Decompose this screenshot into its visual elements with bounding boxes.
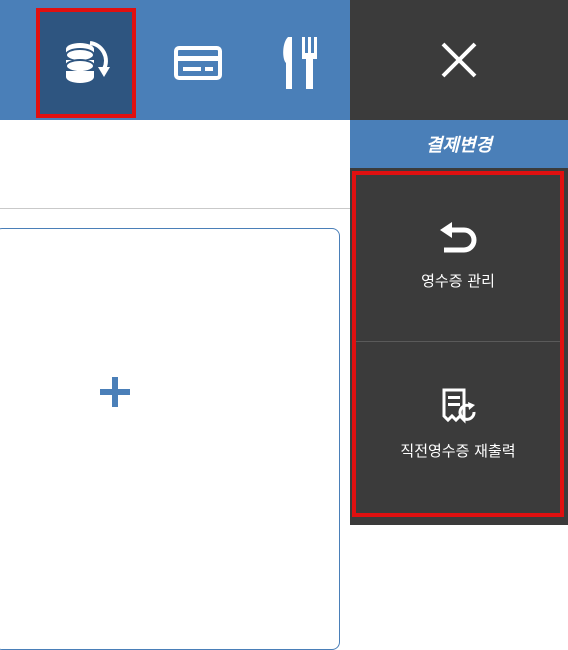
close-icon: [441, 42, 477, 78]
add-item-card[interactable]: [0, 228, 340, 650]
undo-arrow-icon: [440, 221, 477, 252]
action-panel: 영수증 관리 직전영수증 재출력: [350, 168, 568, 525]
reprint-last-receipt-label: 직전영수증 재출력: [400, 441, 516, 460]
mode-title: 결제변경: [350, 120, 568, 168]
main-content: [0, 120, 350, 650]
cash-exchange-icon[interactable]: [36, 8, 136, 118]
receipt-manage-button[interactable]: 영수증 관리: [356, 175, 560, 335]
receipt-manage-label: 영수증 관리: [421, 271, 495, 290]
close-button[interactable]: [350, 0, 568, 120]
receipt-reprint-icon: [442, 388, 476, 424]
action-divider: [356, 341, 560, 342]
card-icon[interactable]: [148, 8, 248, 118]
dining-icon[interactable]: [250, 8, 350, 118]
divider: [0, 208, 350, 209]
top-toolbar: [0, 0, 350, 120]
action-group: 영수증 관리 직전영수증 재출력: [352, 171, 564, 517]
reprint-last-receipt-button[interactable]: 직전영수증 재출력: [356, 343, 560, 503]
plus-icon[interactable]: [93, 370, 137, 414]
